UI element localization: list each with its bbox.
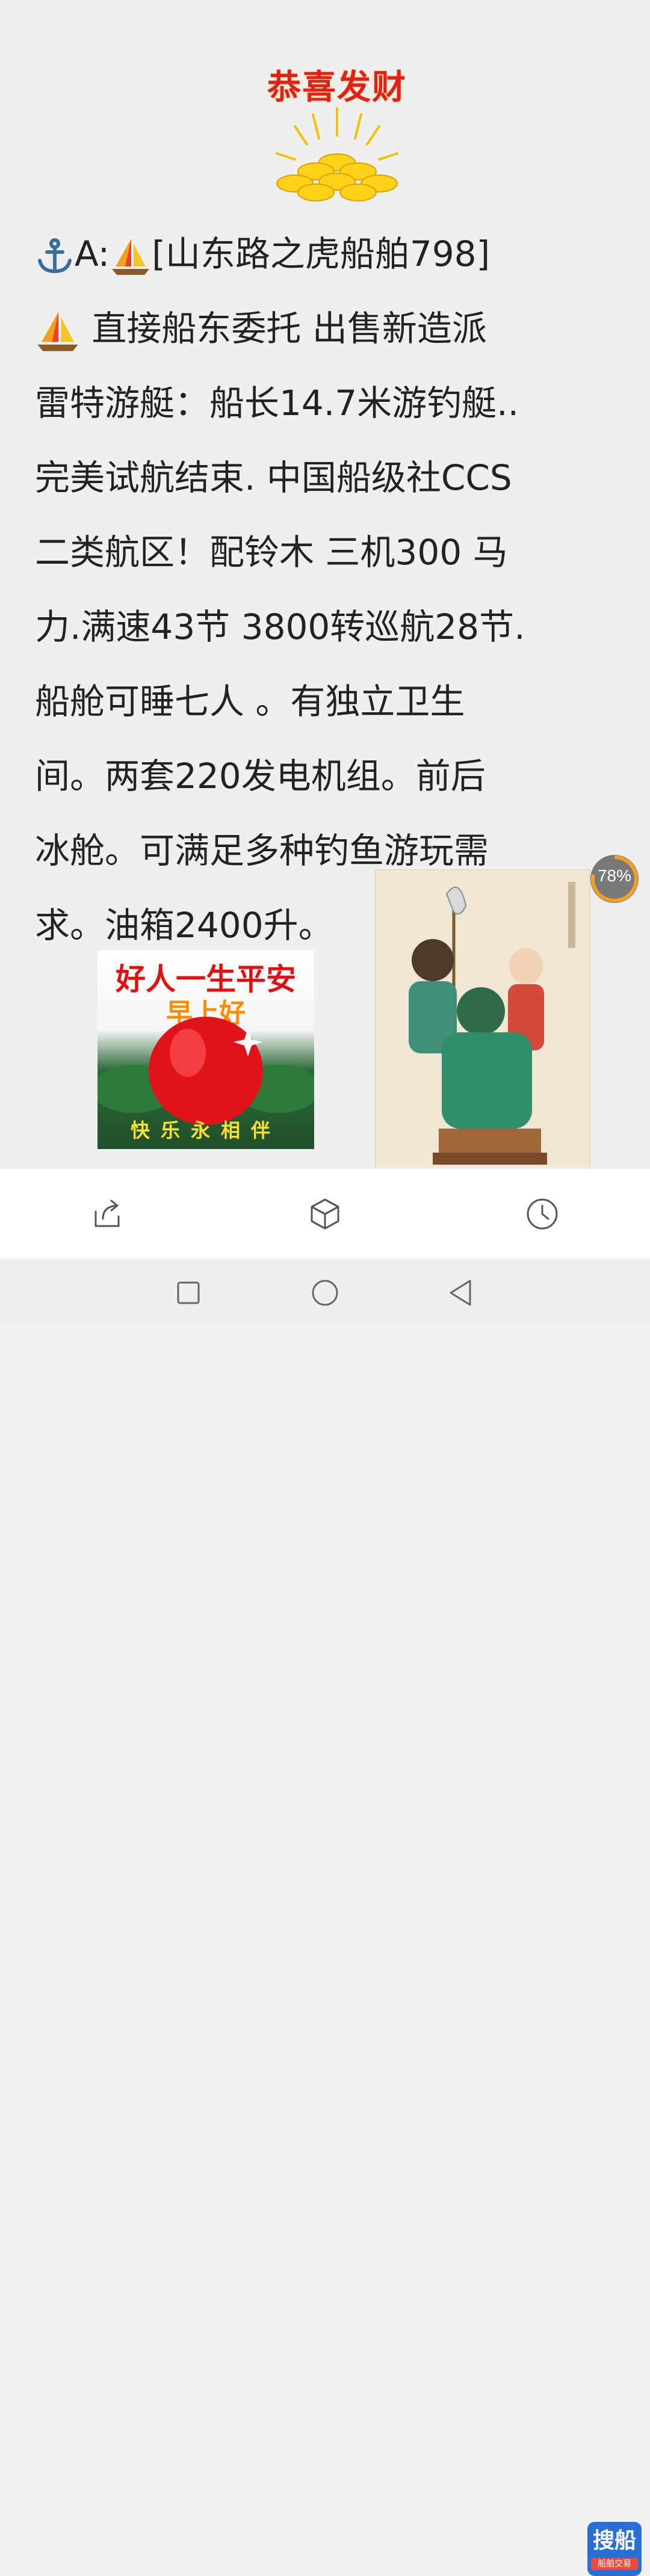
soship-logo: 搜船 船舶交易 <box>587 2522 642 2576</box>
article-line: 间。两套220发电机组。前后 <box>35 756 486 797</box>
action-toolbar <box>0 1168 650 1259</box>
article-heading: [山东路之虎船舶798] <box>152 233 491 274</box>
apple-greeting-image: 好人一生平安 早上好 快乐永相伴 <box>98 951 314 1149</box>
portrait-illustration <box>376 870 590 1167</box>
recent-apps-button[interactable] <box>167 1272 209 1314</box>
greeting-image: 恭喜发财 <box>259 48 415 211</box>
cube-icon <box>311 1198 339 1230</box>
share-icon <box>94 1200 120 1227</box>
guanyu-painting <box>376 870 590 1167</box>
circle-icon <box>312 1280 338 1306</box>
square-icon <box>177 1281 200 1304</box>
progress-label: 78% <box>597 866 632 885</box>
article-line-text: 直接船东委托 出售新造派 <box>81 308 487 349</box>
article-text: A: [山东路之虎船舶798] 直接船东委托 出售新造派 雷特游艇：船长14.7… <box>35 217 613 963</box>
article-line: 船舱可睡七人 。有独立卫生 <box>35 681 465 722</box>
content-area: 恭喜发财 A: [山东路之虎船舶798] 直接船东委托 出售新造派 雷特游艇：船… <box>0 0 650 1167</box>
gold-ingots-icon <box>276 107 398 202</box>
clock-icon <box>527 1198 558 1230</box>
triangle-back-icon <box>450 1280 471 1306</box>
anchor-icon <box>38 238 72 273</box>
back-button[interactable] <box>439 1272 481 1314</box>
sailboat-icon <box>112 238 150 275</box>
sailboat-icon <box>37 312 78 351</box>
article-line: A: [山东路之虎船舶798] <box>35 217 613 291</box>
brand-name: 搜船 <box>592 2528 636 2553</box>
brand-subtitle: 船舶交易 <box>591 2558 638 2570</box>
article-line: 完美试航结束. 中国船级社CCS <box>35 457 512 498</box>
history-button[interactable] <box>521 1193 563 1235</box>
article-line: 力.满速43节 3800转巡航28节. <box>35 606 525 647</box>
apple-bottom-text: 快乐永相伴 <box>130 1119 281 1142</box>
cube-button[interactable] <box>304 1193 346 1235</box>
share-button[interactable] <box>87 1193 129 1235</box>
article-line: 二类航区！配铃木 三机300 马 <box>35 532 508 573</box>
article-line: 直接船东委托 出售新造派 <box>35 291 613 366</box>
system-navigation-bar: 搜船 船舶交易 <box>0 1259 650 2576</box>
article-prefix: A: <box>75 233 110 274</box>
home-button[interactable] <box>304 1272 346 1314</box>
article-line: 雷特游艇：船长14.7米游钓艇.. <box>35 383 519 424</box>
